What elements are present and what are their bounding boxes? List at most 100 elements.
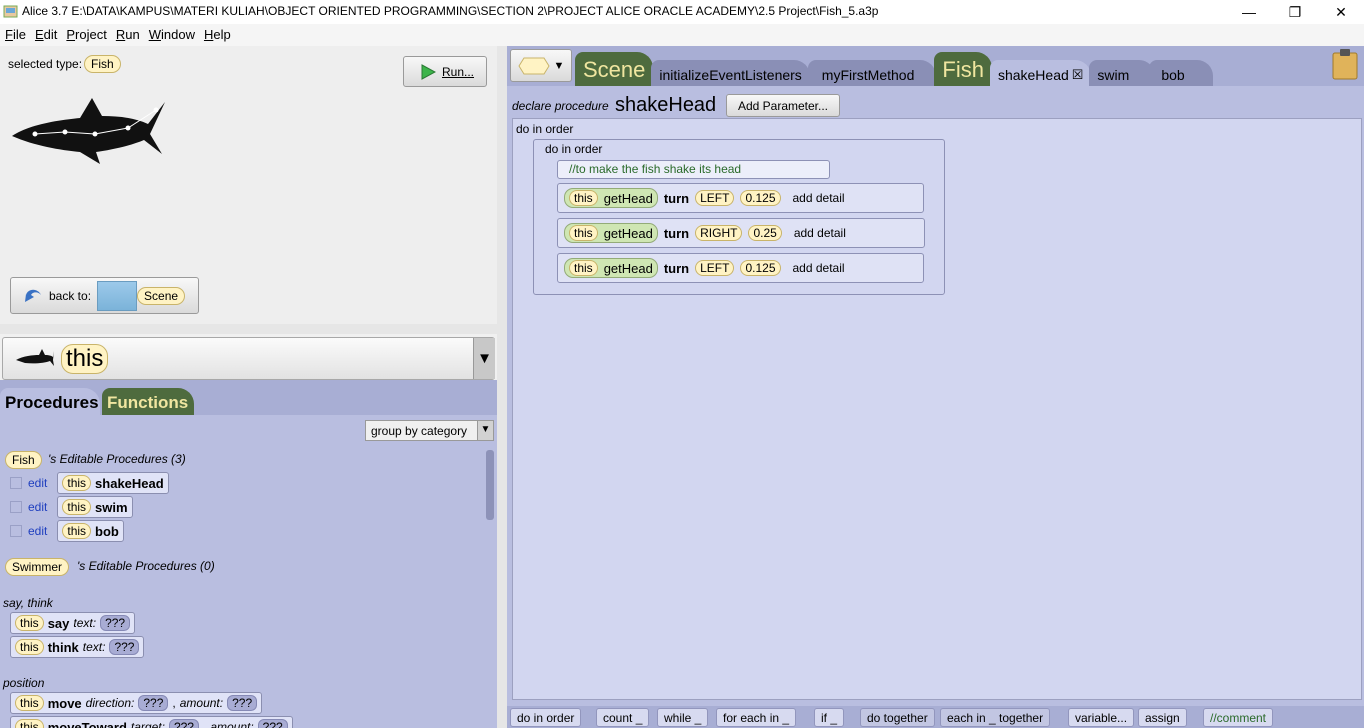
menu-edit[interactable]: Edit (30, 24, 61, 46)
horizontal-splitter[interactable] (0, 324, 497, 334)
say-tile[interactable]: this say text:??? (10, 612, 136, 634)
proc-row-swim: edit this swim (10, 496, 133, 518)
vertical-splitter[interactable] (497, 46, 507, 728)
edit-shakehead-link[interactable]: edit (28, 476, 47, 490)
do-in-order-template[interactable]: do in order (510, 708, 582, 727)
turn-statement-2[interactable]: this getHead turn RIGHT 0.25 add detail (557, 218, 925, 248)
menu-run[interactable]: Run (111, 24, 144, 46)
group-by-arrow[interactable]: ▼ (477, 421, 493, 440)
gethead-label: getHead (603, 190, 653, 206)
turn-label: turn (663, 190, 690, 206)
tab-shakehead[interactable]: shakeHead ☒ (989, 60, 1092, 86)
tab-functions[interactable]: Functions (102, 388, 194, 416)
category-say-think: say, think (3, 596, 53, 610)
alice-app-icon (3, 5, 18, 18)
gethead-expression[interactable]: this getHead (564, 258, 658, 278)
close-button[interactable]: ✕ (1318, 0, 1364, 24)
restore-button[interactable]: ❐ (1272, 0, 1318, 24)
clipboard-icon[interactable] (1331, 48, 1359, 80)
this-tag: this (15, 719, 44, 728)
run-label: Run... (442, 64, 475, 79)
comment-template[interactable]: //comment (1203, 708, 1274, 727)
bob-tile[interactable]: this bob (57, 520, 124, 542)
type-selector-button[interactable]: ▼ (510, 49, 572, 82)
comment-statement[interactable]: //to make the fish shake its head (557, 160, 830, 179)
movetoward-tile[interactable]: this moveToward target:???, amount:??? (10, 716, 293, 728)
title-bar: Alice 3.7 E:\DATA\KAMPUS\MATERI KULIAH\O… (0, 0, 1364, 24)
amount-value[interactable]: 0.125 (740, 190, 781, 206)
count-template[interactable]: count _ (596, 708, 650, 727)
outer-do-in-order[interactable]: do in order (516, 122, 573, 136)
if-template[interactable]: if _ (814, 708, 845, 727)
menu-window[interactable]: Window (144, 24, 199, 46)
selector-dropdown-arrow[interactable]: ▼ (473, 338, 495, 379)
amount-value[interactable]: 0.125 (740, 260, 781, 276)
gethead-expression[interactable]: this getHead (564, 223, 658, 243)
assign-template[interactable]: assign (1138, 708, 1187, 727)
amount-value[interactable]: 0.25 (748, 225, 782, 241)
category-position: position (3, 676, 45, 690)
movetoward-amount-value[interactable]: ??? (257, 719, 288, 728)
do-together-template[interactable]: do together (860, 708, 935, 727)
row-checkbox[interactable] (10, 477, 22, 489)
tab-procedures[interactable]: Procedures (0, 388, 100, 416)
edit-swim-link[interactable]: edit (28, 500, 47, 514)
movetoward-target-value[interactable]: ??? (168, 719, 199, 728)
fish-procs-heading: 's Editable Procedures (3) (48, 452, 186, 466)
procedures-panel: group by category ▼ Fish 's Editable Pro… (0, 415, 497, 728)
move-amount-value[interactable]: ??? (227, 695, 258, 711)
row-checkbox[interactable] (10, 501, 22, 513)
minimize-button[interactable]: — (1226, 0, 1272, 24)
swim-tile[interactable]: this swim (57, 496, 133, 518)
code-canvas[interactable]: do in order do in order //to make the fi… (512, 118, 1362, 700)
this-tag: this (15, 639, 44, 655)
menu-file[interactable]: File (0, 24, 30, 46)
add-detail-button[interactable]: add detail (793, 191, 845, 205)
for-each-in-template[interactable]: for each in _ (716, 708, 797, 727)
turn-statement-3[interactable]: this getHead turn LEFT 0.125 add detail (557, 253, 924, 283)
each-in-together-template[interactable]: each in _ together (940, 708, 1051, 727)
shakehead-tile[interactable]: this shakeHead (57, 472, 169, 494)
tab-initialize-event-listeners[interactable]: initializeEventListeners (651, 60, 810, 86)
procedures-scrollbar[interactable] (486, 450, 494, 520)
declare-procedure-label: declare procedure (512, 99, 609, 113)
tab-bob[interactable]: bob (1149, 60, 1213, 86)
gethead-expression[interactable]: this getHead (564, 188, 658, 208)
variable-template[interactable]: variable... (1068, 708, 1135, 727)
move-tile[interactable]: this move direction:???, amount:??? (10, 692, 263, 714)
row-checkbox[interactable] (10, 525, 22, 537)
run-button[interactable]: Run... (403, 56, 487, 87)
turn-statement-1[interactable]: this getHead turn LEFT 0.125 add detail (557, 183, 924, 213)
tab-my-first-method[interactable]: myFirstMethod (807, 60, 937, 86)
direction-value[interactable]: RIGHT (695, 225, 743, 241)
tab-close-icon[interactable]: ☒ (1072, 67, 1084, 83)
tab-fish[interactable]: Fish (934, 52, 992, 86)
move-direction-value[interactable]: ??? (138, 695, 169, 711)
menu-bar: File Edit Project Run Window Help (0, 24, 1364, 46)
menu-help[interactable]: Help (199, 24, 235, 46)
tab-scene[interactable]: Scene (575, 52, 654, 86)
fish-small-icon (16, 349, 54, 366)
instance-selector[interactable]: this ▼ (2, 337, 495, 380)
editor-tab-strip: Scene initializeEventListeners myFirstMe… (575, 52, 1213, 86)
group-by-dropdown[interactable]: group by category ▼ (365, 420, 494, 441)
inner-do-in-order-block[interactable]: do in order //to make the fish shake its… (533, 139, 945, 295)
group-by-value: group by category (371, 424, 468, 438)
add-detail-button[interactable]: add detail (794, 226, 846, 240)
while-template[interactable]: while _ (657, 708, 709, 727)
tab-swim[interactable]: swim (1089, 60, 1156, 86)
edit-bob-link[interactable]: edit (28, 524, 47, 538)
window-title: Alice 3.7 E:\DATA\KAMPUS\MATERI KULIAH\O… (22, 4, 879, 18)
menu-project[interactable]: Project (61, 24, 110, 46)
move-separator: , (172, 696, 176, 710)
think-value[interactable]: ??? (109, 639, 140, 655)
add-parameter-button[interactable]: Add Parameter... (726, 94, 840, 117)
move-arg-direction: direction: (85, 696, 135, 710)
back-to-button[interactable]: back to: Scene (10, 277, 199, 314)
say-value[interactable]: ??? (100, 615, 131, 631)
think-tile[interactable]: this think text:??? (10, 636, 145, 658)
direction-value[interactable]: LEFT (695, 260, 735, 276)
direction-value[interactable]: LEFT (695, 190, 735, 206)
add-detail-button[interactable]: add detail (793, 261, 845, 275)
turn-label: turn (663, 225, 690, 241)
